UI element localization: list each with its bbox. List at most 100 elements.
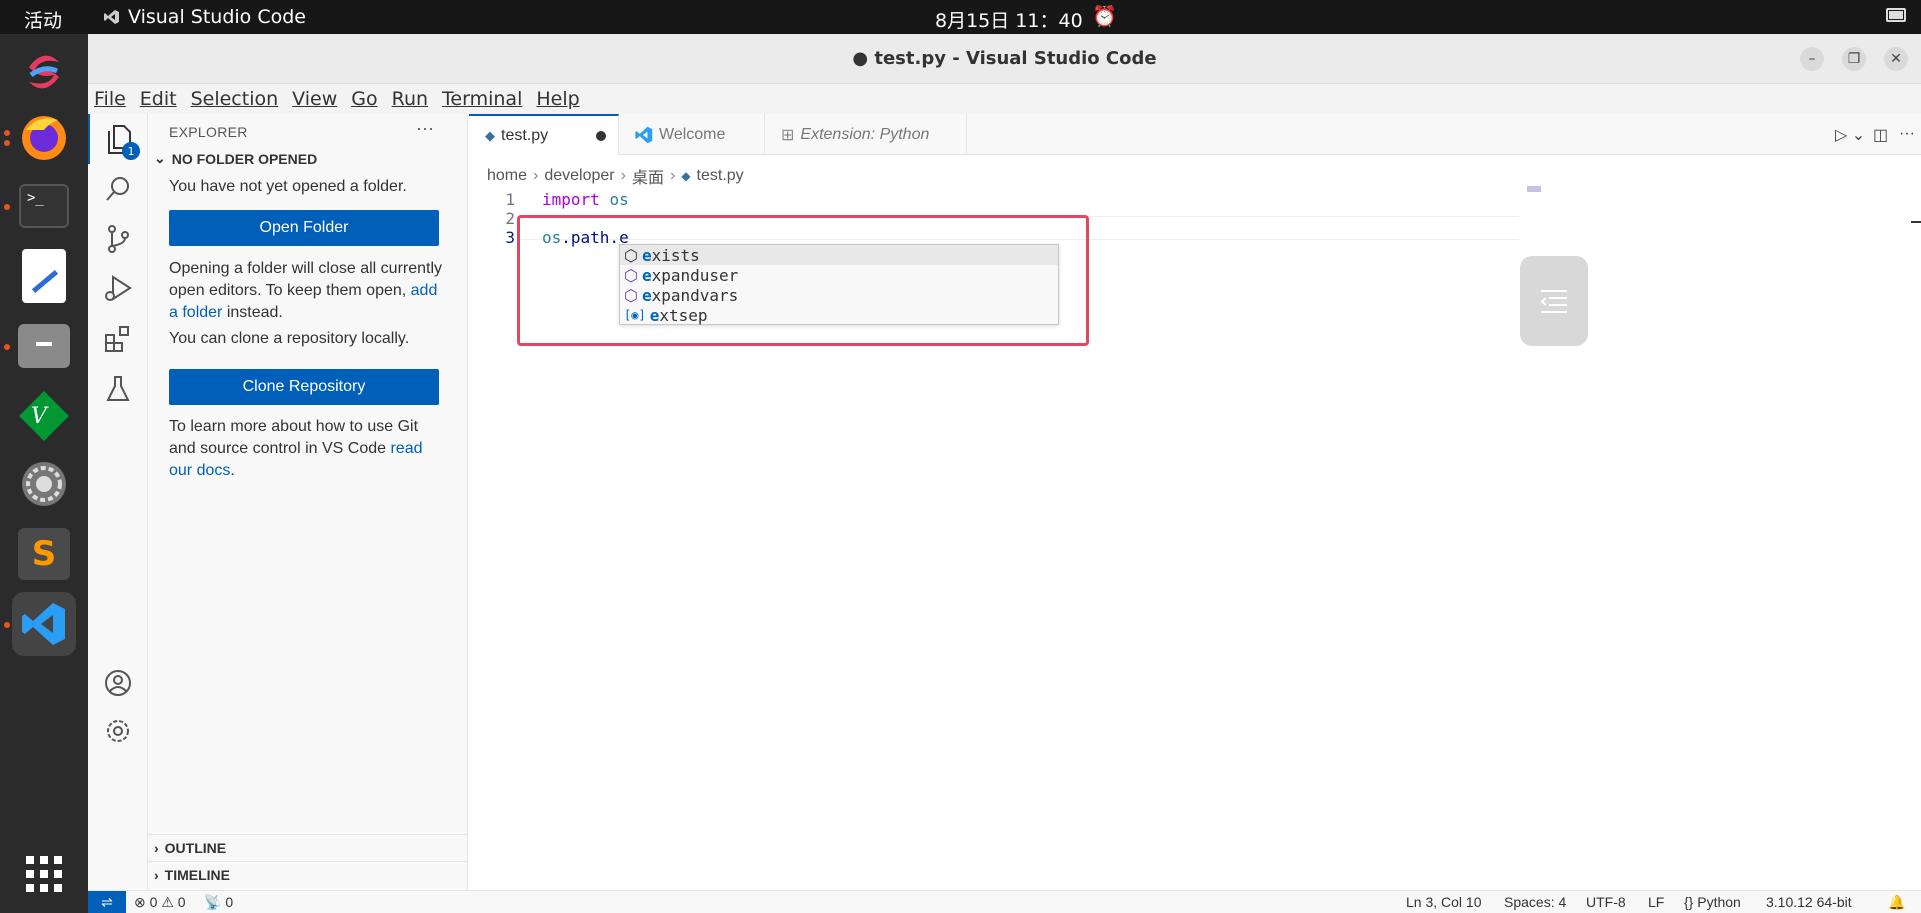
activity-explorer[interactable]: 1 [88, 114, 148, 164]
activity-search[interactable] [88, 164, 148, 214]
extensions-icon: ⊞ [781, 126, 795, 144]
running-indicator [4, 140, 10, 146]
breadcrumb-item[interactable]: 桌面 [632, 164, 664, 188]
no-folder-section-header[interactable]: ⌄ NO FOLDER OPENED [154, 150, 317, 167]
remote-indicator[interactable]: ⇌ [88, 891, 126, 913]
more-actions-icon[interactable]: ··· [416, 118, 434, 139]
timeline-section[interactable]: › TIMELINE [148, 861, 468, 888]
battery-icon[interactable] [1886, 8, 1906, 22]
tab-test-py[interactable]: ◆ test.py [469, 114, 619, 155]
sidebar-title: EXPLORER [169, 124, 248, 140]
warning-text: Opening a folder will close all currentl… [169, 260, 443, 321]
activity-run-debug[interactable] [88, 264, 148, 314]
app-menu[interactable]: Visual Studio Code [104, 6, 306, 28]
menu-terminal[interactable]: Terminal [442, 88, 522, 110]
running-indicator [4, 344, 10, 350]
files-icon [18, 324, 70, 368]
indentation[interactable]: Spaces: 4 [1504, 894, 1566, 910]
breadcrumb-item[interactable]: developer [544, 167, 614, 185]
breadcrumb-item[interactable]: test.py [697, 167, 744, 185]
activity-source-control[interactable] [88, 214, 148, 264]
title-bar: ● test.py - Visual Studio Code – ❐ ✕ [88, 34, 1921, 84]
app-grid-icon [26, 856, 62, 892]
chevron-right-icon: › [669, 167, 676, 184]
breadcrumb-item[interactable]: home [487, 167, 527, 185]
dock-app-icon[interactable] [12, 40, 76, 104]
tab-welcome[interactable]: Welcome [619, 114, 765, 155]
dock-text-editor[interactable] [12, 244, 76, 308]
clock[interactable]: 8月15日 11：40 [935, 6, 1083, 33]
annotation-highlight-box [517, 215, 1089, 346]
status-bar: ⇌ ⊗ 0 ⚠ 0 📡 0 Ln 3, Col 10 Spaces: 4 UTF… [88, 890, 1921, 913]
dock-vscode[interactable] [12, 592, 76, 656]
git-docs-text: To learn more about how to use Git and s… [169, 418, 423, 479]
clone-text: You can clone a repository locally. [169, 330, 410, 347]
clone-repository-button[interactable]: Clone Repository [169, 369, 439, 405]
minimize-button[interactable]: – [1800, 47, 1824, 71]
split-editor-icon[interactable]: ◫ [1873, 125, 1888, 145]
error-icon: ⊗ [134, 894, 146, 910]
dock-show-apps[interactable] [12, 842, 76, 906]
alarm-icon[interactable]: ⏰ [1092, 4, 1117, 28]
running-indicator [4, 130, 10, 136]
line-number: 3 [505, 228, 515, 247]
more-actions-icon[interactable]: ··· [1899, 125, 1915, 143]
python-file-icon: ◆ [485, 127, 495, 143]
close-button[interactable]: ✕ [1884, 47, 1908, 71]
encoding[interactable]: UTF-8 [1586, 894, 1626, 910]
explorer-badge: 1 [122, 142, 140, 160]
running-indicator [4, 622, 10, 628]
source-control-icon [108, 225, 129, 253]
open-folder-button[interactable]: Open Folder [169, 210, 439, 246]
account-icon [105, 670, 131, 696]
python-interpreter[interactable]: 3.10.12 64-bit [1766, 894, 1852, 910]
chevron-right-icon: › [154, 840, 159, 856]
flask-icon [106, 376, 130, 401]
app-swirl-icon [29, 55, 59, 89]
svg-text:V: V [31, 404, 49, 429]
menu-run[interactable]: Run [392, 88, 428, 110]
activity-manage[interactable] [88, 706, 148, 756]
vscode-small-icon [104, 10, 119, 24]
floating-menu-button[interactable] [1520, 256, 1588, 346]
outline-section[interactable]: › OUTLINE [148, 834, 468, 861]
dock-sublime[interactable]: S [12, 522, 76, 586]
remote-icon: ⇌ [101, 894, 113, 910]
system-top-bar: 活动 Visual Studio Code 8月15日 11：40 ⏰ [0, 0, 1921, 34]
menu-file[interactable]: File [94, 88, 126, 110]
problems-indicator[interactable]: ⊗ 0 ⚠ 0 [134, 894, 186, 911]
cursor-position[interactable]: Ln 3, Col 10 [1406, 894, 1482, 910]
tab-extension-python[interactable]: ⊞ Extension: Python [765, 114, 967, 155]
unsaved-dot-icon[interactable] [596, 131, 606, 141]
notifications-bell-icon[interactable]: 🔔 [1888, 894, 1905, 911]
dock-terminal[interactable]: >_ [12, 174, 76, 238]
language-mode[interactable]: {} Python [1684, 894, 1741, 910]
vscode-logo-icon [635, 126, 653, 143]
dock-files[interactable] [12, 314, 76, 378]
chevron-right-icon: › [533, 167, 539, 184]
menu-view[interactable]: View [292, 88, 337, 110]
list-indent-icon [1540, 290, 1567, 313]
maximize-button[interactable]: ❐ [1842, 47, 1866, 71]
activity-extensions[interactable] [88, 314, 148, 364]
dock-settings[interactable] [12, 452, 76, 516]
minimap[interactable] [1527, 186, 1541, 192]
chevron-down-icon: ⌄ [154, 150, 166, 166]
activities-button[interactable]: 活动 [24, 6, 62, 33]
terminal-icon: >_ [19, 184, 69, 228]
menu-edit[interactable]: Edit [140, 88, 177, 110]
text-editor-icon [22, 249, 66, 303]
scrollbar-marker [1911, 221, 1921, 223]
dock-firefox[interactable] [12, 104, 76, 168]
menu-help[interactable]: Help [536, 88, 579, 110]
end-of-line[interactable]: LF [1648, 894, 1664, 910]
menu-selection[interactable]: Selection [191, 88, 279, 110]
menu-go[interactable]: Go [351, 88, 377, 110]
activity-testing[interactable] [88, 364, 148, 414]
run-debug-icon [105, 275, 132, 301]
dock-vim[interactable]: V [12, 384, 76, 448]
ports-indicator[interactable]: 📡 0 [204, 894, 233, 911]
firefox-icon [22, 116, 66, 160]
activity-accounts[interactable] [88, 658, 148, 708]
run-python-icon[interactable]: ▷ ⌄ [1835, 125, 1865, 145]
